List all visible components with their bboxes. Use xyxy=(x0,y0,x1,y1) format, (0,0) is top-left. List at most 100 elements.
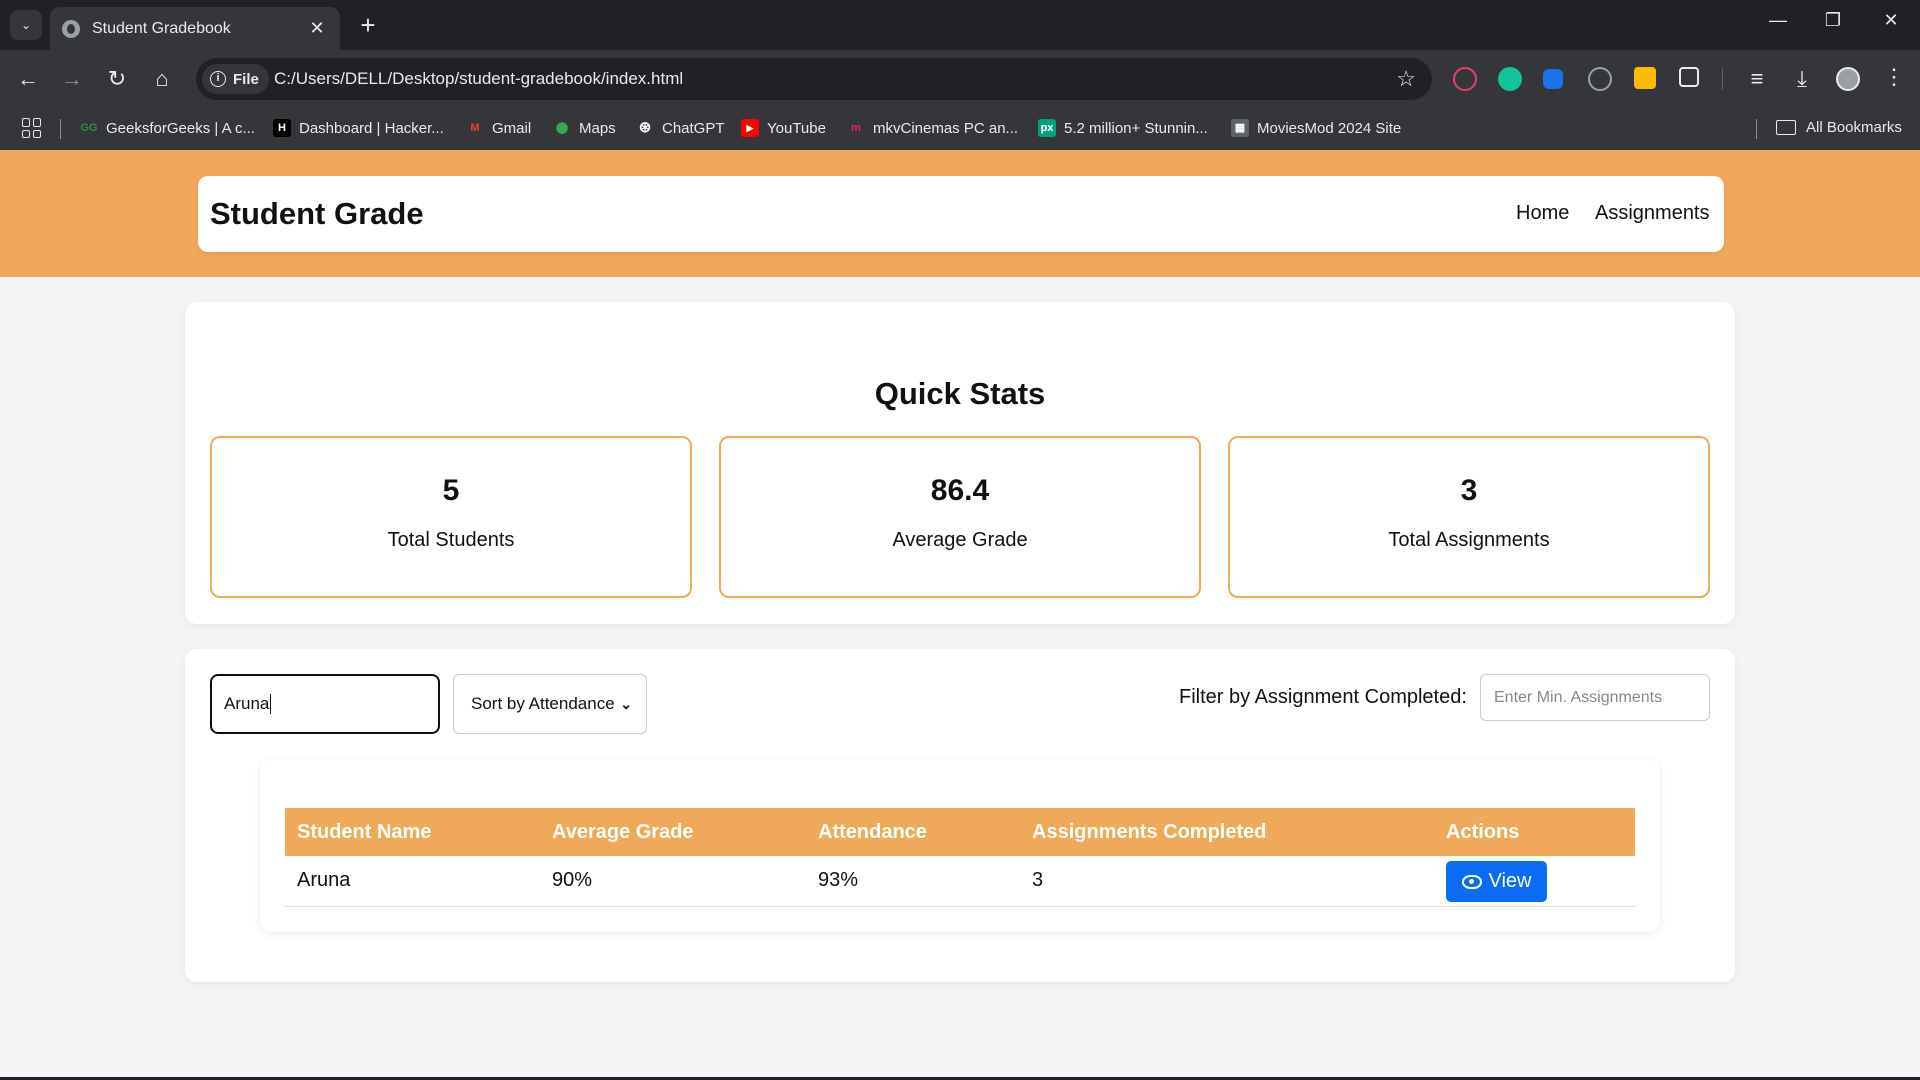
home-icon[interactable]: ⌂ xyxy=(148,65,176,93)
bookmark-item[interactable]: H Dashboard | Hacker... xyxy=(273,119,444,137)
browser-tabstrip: ⌄ Student Gradebook ✕ + — ❐ ✕ xyxy=(0,0,1920,50)
gmail-icon: M xyxy=(470,122,480,134)
stat-value: 3 xyxy=(1460,474,1478,507)
extension-puzzle-blue-icon[interactable] xyxy=(1543,69,1563,89)
reading-list-icon[interactable]: ≡ xyxy=(1743,65,1771,93)
geeksforgeeks-icon: GG xyxy=(80,122,98,134)
apps-grid-icon[interactable] xyxy=(22,118,42,138)
table-row: Aruna 90% 93% 3 View xyxy=(285,856,1635,907)
spiral-extension-icon[interactable] xyxy=(1588,67,1612,91)
stat-label: Average Grade xyxy=(892,529,1028,551)
toolbar-separator xyxy=(1722,68,1723,90)
browser-toolbar: ← → ↻ ⌂ i File C:/Users/DELL/Desktop/stu… xyxy=(0,50,1920,108)
bookmark-item[interactable]: M Gmail xyxy=(466,119,531,137)
reload-icon[interactable]: ↻ xyxy=(103,65,131,93)
bookmark-item[interactable]: ⊛ ChatGPT xyxy=(636,119,725,137)
grammarly-icon[interactable] xyxy=(1498,67,1522,91)
chatgpt-icon: ⊛ xyxy=(638,119,652,136)
profile-avatar-icon[interactable] xyxy=(1836,67,1860,91)
moviesmod-icon: ▦ xyxy=(1231,119,1249,137)
chevron-down-icon: ⌄ xyxy=(620,695,632,712)
search-input-value: Aruna xyxy=(224,694,270,713)
all-bookmarks-label: All Bookmarks xyxy=(1806,119,1902,136)
text-caret xyxy=(270,694,272,714)
column-header: Assignments Completed xyxy=(1032,821,1267,843)
cell-attendance: 93% xyxy=(818,869,859,891)
column-header: Average Grade xyxy=(552,821,694,843)
quick-stats-card: Quick Stats 5 Total Students 86.4 Averag… xyxy=(185,302,1735,624)
address-bar[interactable]: i File C:/Users/DELL/Desktop/student-gra… xyxy=(196,58,1432,100)
new-tab-button[interactable]: + xyxy=(354,11,382,39)
bookmark-item[interactable]: ⬤ Maps xyxy=(553,119,616,137)
pexels-icon: px xyxy=(1038,119,1056,137)
sort-select[interactable]: Sort by Attendance ⌄ xyxy=(453,674,647,734)
site-brand[interactable]: Student Grade xyxy=(210,196,424,232)
bookmark-label: MoviesMod 2024 Site xyxy=(1257,119,1402,137)
bookmark-label: mkvCinemas PC an... xyxy=(873,119,1019,137)
bookmark-item[interactable]: ▦ MoviesMod 2024 Site xyxy=(1231,119,1401,137)
student-list-card: Aruna Sort by Attendance ⌄ Filter by Ass… xyxy=(185,649,1735,982)
mkvcinemas-icon: m xyxy=(851,122,861,134)
cast-extension-icon[interactable] xyxy=(1453,67,1477,91)
all-bookmarks-button[interactable]: All Bookmarks xyxy=(1776,119,1902,136)
site-navbar: Student Grade Home Assignments xyxy=(198,176,1724,252)
column-header: Attendance xyxy=(818,821,927,843)
nav-link-home[interactable]: Home xyxy=(1516,202,1569,225)
extension-badge-icon[interactable] xyxy=(1634,67,1656,89)
min-assignments-placeholder: Enter Min. Assignments xyxy=(1494,688,1663,706)
view-button-label: View xyxy=(1488,870,1532,892)
close-window-icon[interactable]: ✕ xyxy=(1871,10,1911,31)
student-search-input[interactable]: Aruna xyxy=(210,674,440,734)
browser-menu-icon[interactable]: ⋮ xyxy=(1882,64,1906,90)
nav-link-assignments[interactable]: Assignments xyxy=(1595,202,1710,225)
file-chip-label: File xyxy=(233,70,259,88)
bookmark-star-icon[interactable]: ☆ xyxy=(1396,66,1416,92)
bookmark-item[interactable]: GG GeeksforGeeks | A c... xyxy=(80,119,255,137)
site-info-chip[interactable]: i File xyxy=(202,64,269,94)
bookmark-item[interactable]: m mkvCinemas PC an... xyxy=(847,119,1018,137)
hackerrank-icon: H xyxy=(273,119,291,137)
folder-icon xyxy=(1776,120,1796,135)
download-icon[interactable]: ⤓ xyxy=(1788,65,1816,93)
url-text[interactable]: C:/Users/DELL/Desktop/student-gradebook/… xyxy=(274,69,683,89)
bookmark-label: YouTube xyxy=(767,119,826,137)
table-header-row: Student Name Average Grade Attendance As… xyxy=(285,808,1635,856)
view-student-button[interactable]: View xyxy=(1446,861,1547,902)
bookmark-label: Dashboard | Hacker... xyxy=(299,119,444,137)
bookmark-label: Maps xyxy=(579,119,616,137)
cell-assignments-completed: 3 xyxy=(1032,869,1044,891)
stat-label: Total Students xyxy=(387,529,515,551)
bookmark-item[interactable]: ▶ YouTube xyxy=(741,119,826,137)
bookmark-label: 5.2 million+ Stunnin... xyxy=(1064,119,1208,137)
cell-student-name: Aruna xyxy=(297,869,351,891)
browser-tab[interactable]: Student Gradebook ✕ xyxy=(50,7,340,50)
stat-label: Total Assignments xyxy=(1388,529,1550,551)
stat-value: 86.4 xyxy=(930,474,990,507)
tab-search-chevron-icon[interactable]: ⌄ xyxy=(10,10,42,40)
info-icon: i xyxy=(210,71,226,87)
globe-icon xyxy=(62,19,80,38)
bookmarks-separator xyxy=(60,119,61,139)
bookmark-label: Gmail xyxy=(492,119,532,137)
quick-stats-title: Quick Stats xyxy=(874,376,1046,411)
bookmark-item[interactable]: px 5.2 million+ Stunnin... xyxy=(1038,119,1208,137)
cell-average-grade: 90% xyxy=(552,869,593,891)
column-header: Student Name xyxy=(297,821,432,843)
forward-arrow-icon[interactable]: → xyxy=(58,65,86,93)
filter-label: Filter by Assignment Completed: xyxy=(1179,686,1467,708)
students-table-card: Student Name Average Grade Attendance As… xyxy=(260,759,1660,932)
extensions-puzzle-icon[interactable] xyxy=(1679,67,1699,87)
stat-card-total-assignments: 3 Total Assignments xyxy=(1228,436,1710,598)
column-header: Actions xyxy=(1446,821,1520,843)
back-arrow-icon[interactable]: ← xyxy=(14,65,42,93)
minimize-window-icon[interactable]: — xyxy=(1758,10,1798,31)
bookmarks-separator xyxy=(1756,119,1757,139)
stat-value: 5 xyxy=(442,474,460,507)
youtube-icon: ▶ xyxy=(741,119,759,137)
bookmark-label: GeeksforGeeks | A c... xyxy=(106,119,255,137)
tab-title: Student Gradebook xyxy=(92,19,231,37)
tab-close-icon[interactable]: ✕ xyxy=(306,18,328,39)
min-assignments-input[interactable]: Enter Min. Assignments xyxy=(1480,674,1710,721)
page-viewport: Student Grade Home Assignments Quick Sta… xyxy=(0,150,1920,1080)
restore-window-icon[interactable]: ❐ xyxy=(1813,10,1853,31)
